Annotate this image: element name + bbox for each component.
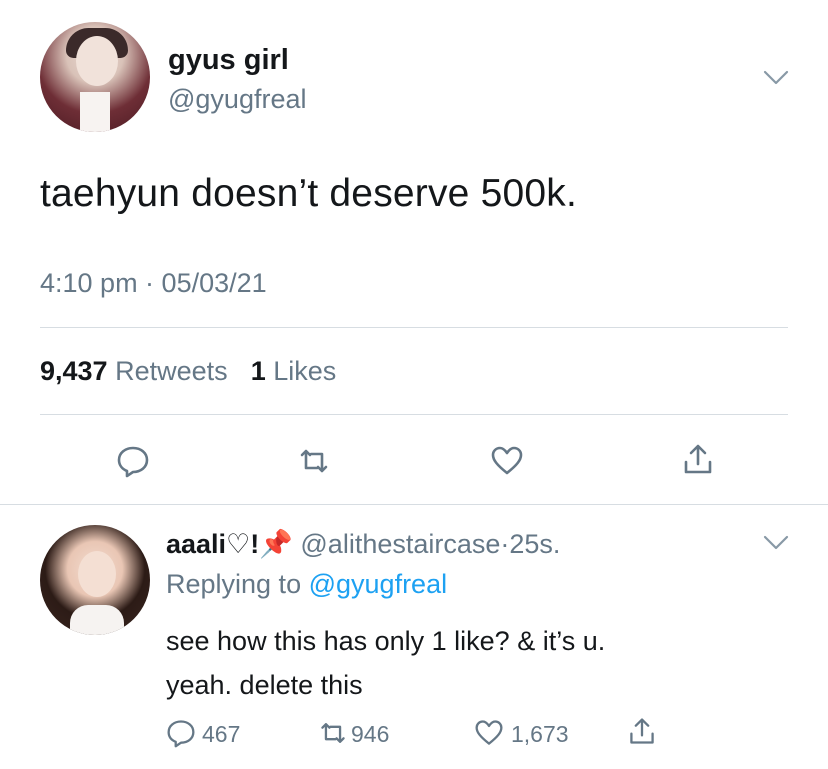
share-icon[interactable] (681, 442, 715, 476)
reply-time[interactable]: 25s. (509, 529, 560, 559)
tweet-text: taehyun doesn’t deserve 500k. (40, 172, 578, 215)
divider (0, 504, 828, 505)
reply-icon[interactable] (116, 444, 150, 478)
share-icon[interactable] (627, 716, 657, 746)
author-avatar[interactable] (40, 22, 150, 132)
pushpin-emoji: 📌 (259, 529, 293, 559)
replying-to: Replying to @gyugfreal (166, 569, 447, 600)
divider (40, 414, 788, 415)
retweet-icon[interactable] (297, 444, 331, 478)
reply-author-avatar[interactable] (40, 525, 150, 635)
retweet-icon[interactable] (318, 718, 348, 748)
tweet-stats: 9,437 Retweets 1 Likes (40, 356, 336, 387)
author-handle[interactable]: @gyugfreal (168, 84, 306, 115)
replying-label: Replying to (166, 569, 302, 599)
reply-icon[interactable] (166, 718, 196, 748)
replying-to-link[interactable]: @gyugfreal (309, 569, 447, 599)
like-icon[interactable] (490, 444, 524, 478)
chevron-down-icon[interactable] (763, 70, 789, 86)
tweet-timestamp[interactable]: 4:10 pm · 05/03/21 (40, 268, 267, 299)
divider (40, 327, 788, 328)
retweets-label: Retweets (115, 356, 228, 386)
likes-label: Likes (273, 356, 337, 386)
reply-count: 467 (202, 721, 241, 747)
reply-text-line: see how this has only 1 like? & it’s u. (166, 626, 606, 656)
reply-header: aaali♡!📌 @alithestaircase·25s. (166, 528, 560, 560)
reply-text: see how this has only 1 like? & it’s u. … (166, 619, 786, 707)
like-icon[interactable] (474, 718, 504, 748)
chevron-down-icon[interactable] (763, 535, 789, 551)
likes-count: 1 (250, 356, 266, 386)
retweets-count: 9,437 (40, 356, 108, 386)
like-stat[interactable]: 1 Likes (251, 356, 337, 386)
reply-text-line: yeah. delete this (166, 670, 363, 700)
like-count: 1,673 (511, 721, 569, 747)
reply-handle[interactable]: @alithestaircase (300, 529, 500, 559)
retweet-count: 946 (351, 721, 390, 747)
reply-display-name[interactable]: aaali♡! (166, 529, 259, 559)
retweet-stat[interactable]: 9,437 Retweets (40, 356, 228, 386)
author-display-name[interactable]: gyus girl (168, 44, 289, 77)
